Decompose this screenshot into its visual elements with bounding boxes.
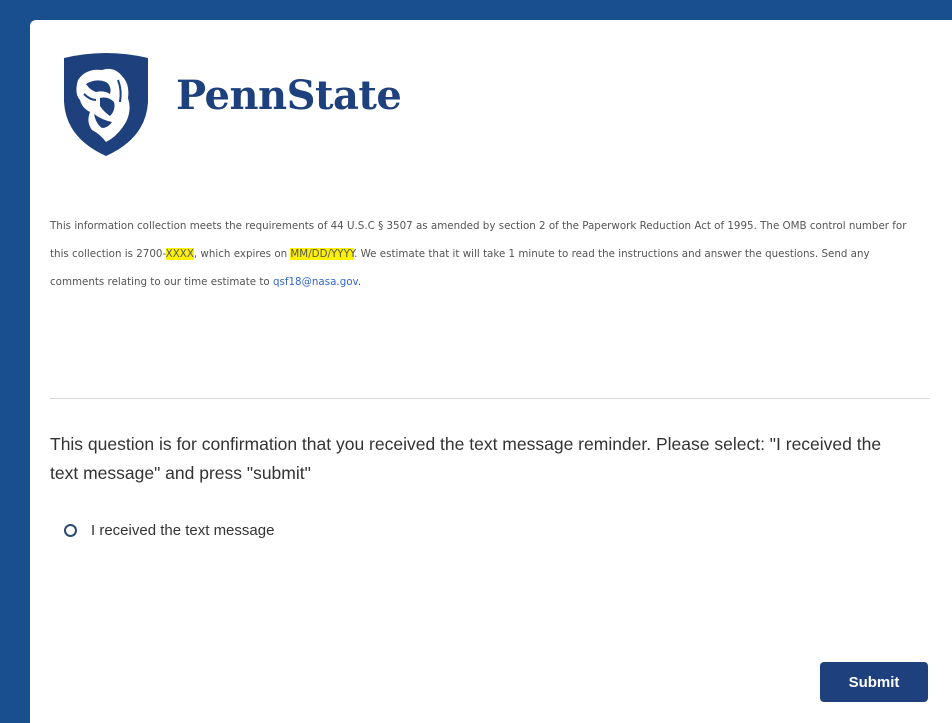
brand-logo: PennState <box>56 50 402 158</box>
notice-text-2: , which expires on <box>193 248 291 260</box>
option-received-text-message[interactable]: I received the text message <box>64 522 274 539</box>
survey-card: PennState This information collection me… <box>30 20 952 723</box>
nittany-lion-shield-icon <box>64 53 148 156</box>
question-text: This question is for confirmation that y… <box>50 434 882 483</box>
radio-button[interactable] <box>64 524 77 537</box>
survey-window: PennState This information collection me… <box>0 0 952 723</box>
option-label: I received the text message <box>91 522 275 539</box>
brand-wordmark: PennState <box>176 71 402 119</box>
notice-text-4: . <box>357 276 362 288</box>
section-divider <box>50 398 930 399</box>
paperwork-notice: This information collection meets the re… <box>50 212 922 296</box>
expiry-date-placeholder: MM/DD/YYYY <box>290 248 355 260</box>
submit-button[interactable]: Submit <box>820 662 928 702</box>
top-frame-bar <box>0 0 952 20</box>
control-number-placeholder: XXXX <box>165 248 194 260</box>
contact-email-link[interactable]: qsf18@nasa.gov <box>273 276 358 288</box>
